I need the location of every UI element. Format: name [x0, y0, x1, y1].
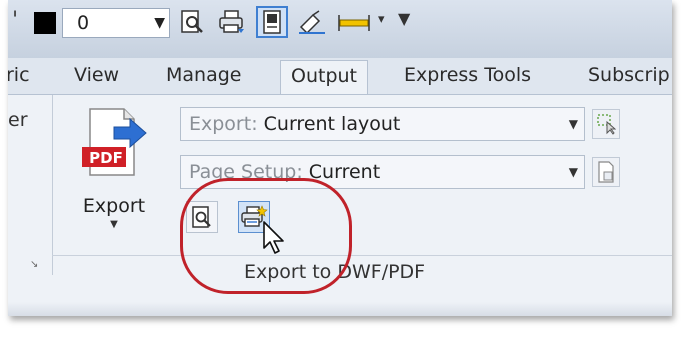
customize-toolbar-icon[interactable]: ▼ — [398, 9, 410, 28]
layout-icon — [263, 10, 281, 34]
layout-button[interactable] — [256, 6, 288, 38]
ribbon-panel: er ↘ PDF Export ▼ Export: Current layout… — [8, 95, 672, 283]
tab-parametric[interactable]: ric — [8, 64, 30, 86]
color-swatch[interactable] — [34, 12, 56, 34]
plot-button[interactable] — [216, 6, 248, 38]
tab-view[interactable]: View — [74, 64, 119, 86]
export-dropdown-value: Current layout — [263, 113, 401, 135]
export-button[interactable]: PDF Export ▼ — [74, 105, 154, 235]
dropdown-small-icon[interactable]: ▾ — [378, 12, 385, 27]
mouse-cursor-icon — [263, 221, 284, 254]
ribbon-tabs: ric View Manage Output Express Tools Sub… — [8, 58, 672, 95]
tab-output[interactable]: Output — [280, 60, 368, 94]
panel-launcher-icon[interactable]: ↘ — [30, 259, 38, 270]
plot-preview-button[interactable] — [176, 6, 208, 38]
chevron-down-icon[interactable]: ▼ — [154, 9, 165, 37]
page-setup-icon — [598, 161, 614, 183]
page-setup-dropdown[interactable]: Page Setup: Current ▼ — [180, 155, 585, 189]
export-caret-icon: ▼ — [110, 219, 118, 230]
page-setup-prefix: Page Setup: — [189, 161, 309, 183]
plot-icon — [219, 10, 244, 33]
export-button-label: Export — [82, 195, 146, 217]
tab-manage[interactable]: Manage — [166, 64, 241, 86]
screenshot-frame: ' 0 ▼ ▾ ▼ ric View Manage Output Express… — [8, 0, 672, 316]
measure-icon — [338, 15, 370, 31]
measure-button[interactable] — [334, 6, 374, 38]
page-setup-override-button[interactable] — [592, 157, 620, 187]
layer-combo[interactable]: 0 ▼ — [62, 8, 170, 38]
quick-access-toolbar: ' 0 ▼ ▾ ▼ — [8, 0, 672, 59]
previous-panel-fragment: er ↘ — [8, 95, 53, 275]
publish-button[interactable] — [296, 6, 328, 38]
preview-button[interactable] — [186, 201, 218, 233]
previous-panel-text: er — [8, 109, 28, 131]
export-dropdown-prefix: Export: — [189, 113, 264, 135]
chevron-down-icon[interactable]: ▼ — [569, 108, 578, 140]
pdf-icon-text: PDF — [89, 149, 123, 167]
plot-preview-icon — [181, 10, 203, 33]
tab-subscription[interactable]: Subscrip — [588, 64, 670, 86]
chevron-down-icon[interactable]: ▼ — [569, 156, 578, 188]
export-dropdown[interactable]: Export: Current layout ▼ — [180, 107, 585, 141]
layer-combo-value: 0 — [77, 12, 90, 34]
group-divider — [52, 255, 672, 256]
publish-icon — [299, 10, 325, 35]
tab-express-tools[interactable]: Express Tools — [404, 64, 531, 86]
overflow-fragment: ' — [12, 8, 19, 33]
preview-icon — [192, 206, 211, 228]
preview-region-button[interactable] — [592, 109, 620, 139]
window-select-icon — [597, 114, 616, 135]
page-setup-value: Current — [308, 161, 381, 183]
group-label: Export to DWF/PDF — [244, 261, 426, 283]
